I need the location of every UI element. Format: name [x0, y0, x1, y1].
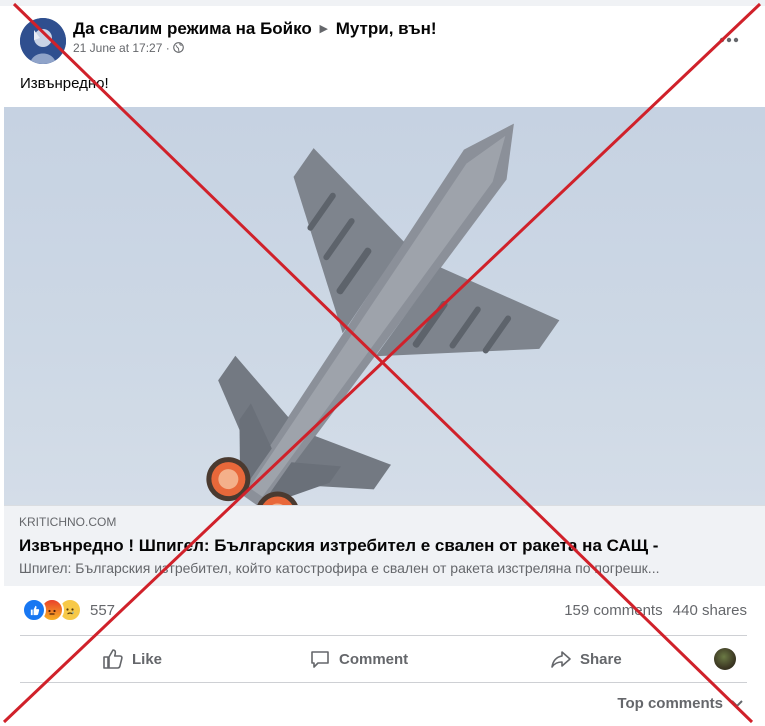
link-description: Шпигел: Българския изтребител, който кат… [19, 560, 660, 576]
share-button-label: Share [580, 650, 622, 668]
post-meta: 21 June at 17:27 · [73, 41, 184, 55]
more-options-icon[interactable] [716, 30, 742, 50]
link-preview[interactable]: KRITICHNO.COM Извънредно ! Шпигел: Бълга… [4, 505, 765, 586]
globe-icon[interactable] [173, 42, 184, 53]
group-name-link[interactable]: Да свалим режима на Бойко [73, 19, 312, 38]
share-icon [551, 651, 571, 668]
reaction-count: 557 [90, 601, 116, 619]
group-name-suffix-link[interactable]: Мутри, вън! [336, 19, 437, 38]
like-button[interactable]: Like [102, 646, 162, 672]
comment-sort-dropdown[interactable]: Top comments [617, 695, 743, 712]
share-button[interactable]: Share [550, 646, 622, 672]
feed-top-strip [0, 0, 765, 6]
engagement-stats: 159 comments 440 shares [564, 602, 747, 619]
divider [20, 635, 747, 636]
thumbs-up-icon [103, 649, 123, 669]
divider [20, 682, 747, 683]
post-header-title: Да свалим режима на Бойко ▶ Мутри, вън! [73, 19, 437, 39]
post-timestamp[interactable]: 21 June at 17:27 [73, 41, 162, 55]
comment-sort-label: Top comments [617, 695, 723, 712]
group-separator-icon: ▶ [319, 23, 328, 35]
comment-button[interactable]: Comment [309, 646, 408, 672]
link-domain: KRITICHNO.COM [19, 515, 117, 529]
shares-count-link[interactable]: 440 shares [673, 602, 747, 619]
comment-button-label: Comment [339, 650, 409, 668]
reactions-summary[interactable]: 557 [22, 598, 116, 622]
like-button-label: Like [132, 650, 163, 668]
post-image[interactable] [4, 107, 765, 505]
post-text: Извънредно! [20, 75, 109, 92]
comment-icon [311, 651, 329, 668]
chevron-down-icon [731, 699, 743, 707]
facebook-post-card: Да свалим режима на Бойко ▶ Мутри, вън! … [0, 0, 765, 726]
meta-separator: · [165, 41, 170, 55]
comments-count-link[interactable]: 159 comments [564, 602, 662, 619]
link-title[interactable]: Извънредно ! Шпигел: Българския изтребит… [19, 536, 658, 556]
group-avatar[interactable] [20, 18, 66, 64]
fighter-jet-image [206, 123, 560, 505]
like-reaction-icon [22, 598, 46, 622]
share-as-avatar[interactable] [714, 648, 736, 670]
